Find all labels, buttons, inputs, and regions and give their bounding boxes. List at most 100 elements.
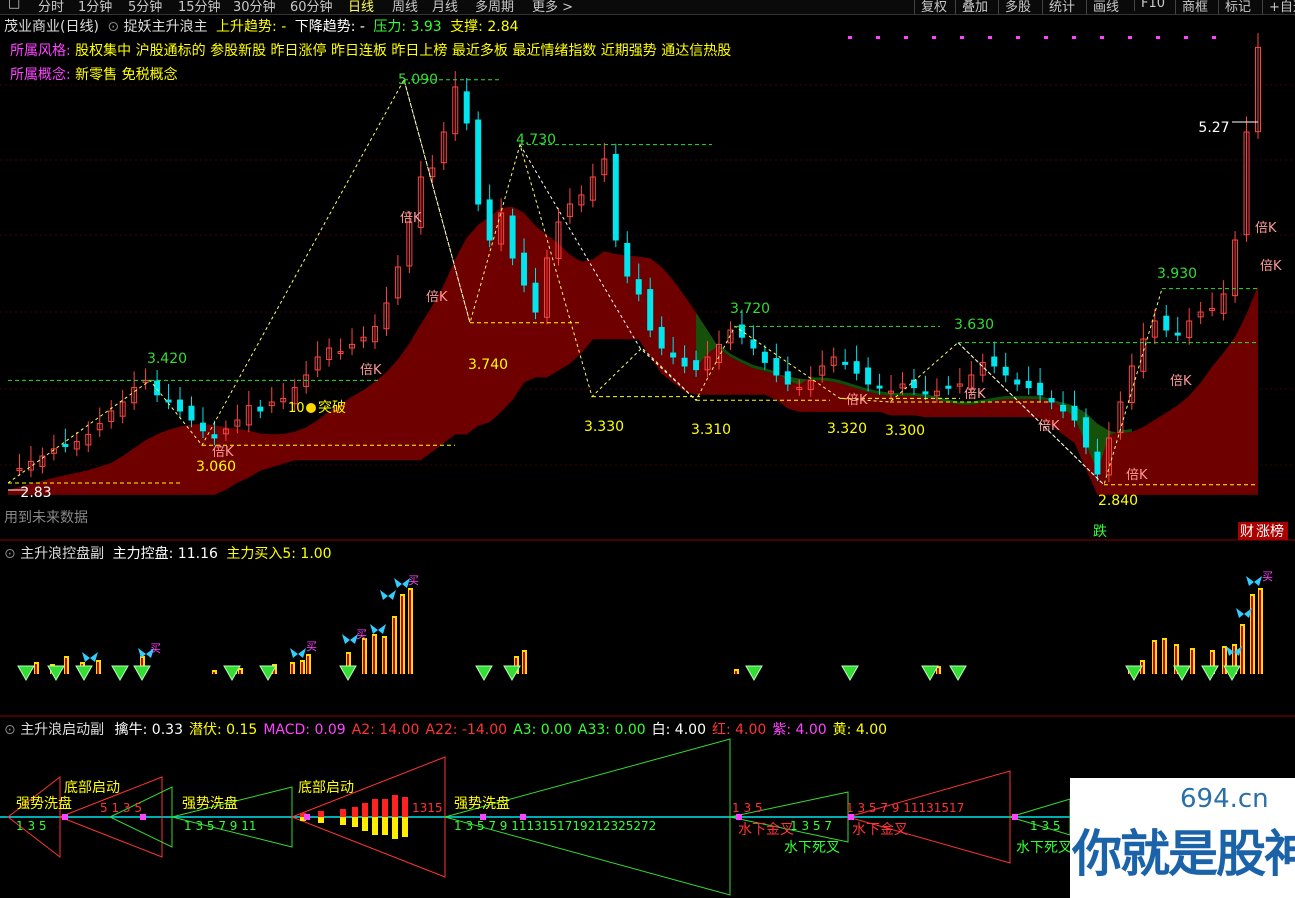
zhang-label: 涨榜: [1256, 523, 1284, 540]
down-trend-label: 下降趋势: -: [294, 19, 365, 35]
sub2-value-5: A3: 0.00: [513, 722, 572, 738]
signal-dot: [848, 814, 854, 820]
candle-body: [486, 199, 493, 241]
price-label: 4.730: [516, 132, 556, 148]
gem-icon: [75, 665, 93, 682]
signal-bar-yellow: [402, 817, 408, 837]
future-data-text: 用到未来数据: [4, 510, 88, 526]
price-label: 2.83: [20, 485, 51, 501]
butterfly-icon: [370, 624, 386, 634]
candle-body: [842, 361, 849, 365]
control-bar-inner: [363, 640, 365, 674]
price-label: 5.27: [1198, 120, 1229, 136]
signal-bar-yellow: [382, 817, 388, 835]
gem-icon: [841, 665, 859, 682]
control-bar-inner: [409, 590, 411, 674]
seq-label: 1315: [412, 801, 443, 815]
style-row: 所属风格: 股权集中 沪股通标的 参股新股 昨日涨停 昨日连板 昨日上榜 最近多…: [10, 40, 731, 60]
sub2-collapse-icon[interactable]: ⊙: [4, 722, 16, 738]
gem-icon: [1201, 665, 1219, 682]
control-bar-inner: [1191, 650, 1193, 674]
candle-body: [681, 357, 688, 367]
signal-bar-yellow: [318, 817, 324, 823]
control-bar-inner: [735, 671, 737, 674]
qiangshi-label: 强势洗盘: [454, 795, 510, 812]
sub2-name[interactable]: 主升浪启动副: [20, 722, 104, 738]
candle-body: [1060, 404, 1067, 412]
gem-icon: [133, 665, 151, 682]
marker-dot: [848, 36, 852, 39]
stock-chart: 5.090 4.730 3.420 3.740 3.720 3.630 3.930 3.060…: [0, 32, 1295, 896]
butterfly-icon: [1246, 576, 1262, 586]
sub1-name[interactable]: 主升浪控盘副: [20, 546, 104, 562]
qiangshi-label: 强势洗盘: [16, 795, 72, 812]
bei-k-label: 倍K: [1255, 221, 1277, 236]
sub2-value-9: 紫: 4.00: [772, 722, 827, 738]
up-trend-label: 上升趋势: -: [216, 19, 287, 35]
candle-body: [991, 356, 998, 367]
concept-value: 新零售 免税概念: [75, 67, 178, 83]
control-bar-inner: [1251, 596, 1253, 674]
candle-body: [876, 385, 883, 389]
buy-label: 主力买入5: 1.00: [226, 546, 332, 562]
candle-body: [1094, 451, 1101, 475]
candle-body: [784, 371, 791, 385]
control-bar-inner: [1153, 642, 1155, 674]
candle-body: [463, 91, 470, 124]
signal-dot: [520, 814, 526, 820]
bei-k-label: 倍K: [964, 387, 986, 402]
buy-mark: 买: [306, 640, 317, 653]
breakout-prefix: 10: [288, 401, 305, 416]
marker-dot: [1016, 36, 1020, 39]
control-bar-inner: [239, 670, 241, 674]
price-label: 3.300: [885, 423, 925, 439]
candle-body: [635, 279, 642, 295]
price-label: 3.930: [1157, 266, 1197, 282]
sub2-value-6: A33: 0.00: [577, 722, 646, 738]
candle-body: [670, 352, 677, 358]
butterfly-icon: [290, 648, 306, 658]
price-label: 3.420: [147, 351, 187, 367]
dibu-label: 底部启动: [298, 780, 354, 796]
price-label: 3.320: [827, 421, 867, 437]
candle-body: [761, 351, 768, 363]
price-label: 3.060: [196, 459, 236, 475]
candle-body: [1025, 380, 1032, 389]
indicator-name[interactable]: 捉妖主升浪主: [124, 19, 208, 35]
candle-body: [1014, 379, 1021, 385]
candle-body: [1037, 382, 1044, 396]
candle-body: [750, 339, 757, 349]
seq-label: 1 3 5: [16, 819, 47, 833]
signal-dot: [62, 814, 68, 820]
candle-body: [165, 399, 172, 403]
control-bar-inner: [65, 658, 67, 674]
candle-body: [199, 422, 206, 432]
control-bar-inner: [1259, 590, 1261, 674]
candle-body: [257, 406, 264, 412]
candle-body: [922, 391, 929, 395]
butterfly-icon: [82, 652, 98, 662]
gem-icon: [949, 665, 967, 682]
gem-icon: [339, 665, 357, 682]
signal-dot: [140, 814, 146, 820]
collapse-icon[interactable]: ⊙: [107, 19, 119, 35]
marker-dot: [960, 36, 964, 39]
sub2-value-4: A22: -14.00: [425, 722, 508, 738]
butterfly-icon: [380, 590, 396, 600]
candle-body: [853, 361, 860, 374]
style-value: 股权集中 沪股通标的 参股新股 昨日涨停 昨日连板 昨日上榜 最近多板 最近情绪…: [75, 43, 732, 59]
marker-dot: [876, 36, 880, 39]
candle-body: [773, 358, 780, 376]
sub2-header: ⊙ 主升浪启动副 擒牛: 0.33 潜伏: 0.15 MACD: 0.09 A2: 1…: [4, 719, 887, 739]
pressure-label: 压力: 3.93: [373, 19, 442, 35]
marker-dot: [1072, 36, 1076, 39]
price-label: 3.330: [584, 419, 624, 435]
control-bar-inner: [35, 664, 37, 674]
price-label: 5.090: [398, 72, 438, 88]
bei-k-label: 倍K: [400, 211, 422, 226]
signal-bar-yellow: [352, 817, 358, 827]
control-bar-inner: [307, 656, 309, 674]
bei-k-label: 倍K: [426, 290, 448, 305]
candle-body: [1174, 332, 1181, 336]
sub1-collapse-icon[interactable]: ⊙: [4, 546, 16, 562]
